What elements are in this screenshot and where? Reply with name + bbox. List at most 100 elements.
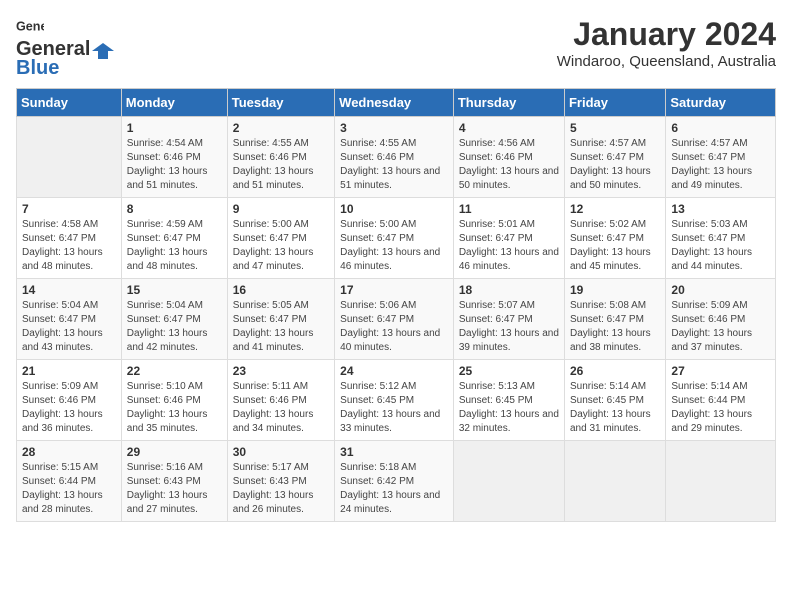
header: General General Blue January 2024 Windar… [16, 16, 776, 80]
day-number: 18 [459, 283, 559, 297]
week-row-0: 1 Sunrise: 4:54 AMSunset: 6:46 PMDaylight… [17, 117, 776, 198]
calendar-cell: 9 Sunrise: 5:00 AMSunset: 6:47 PMDaylight… [227, 198, 334, 279]
cell-info: Sunrise: 5:04 AMSunset: 6:47 PMDaylight:… [22, 299, 116, 355]
cell-info: Sunrise: 5:06 AMSunset: 6:47 PMDaylight:… [340, 299, 448, 355]
day-number: 8 [127, 202, 222, 216]
calendar-cell [453, 441, 564, 522]
calendar-cell: 13 Sunrise: 5:03 AMSunset: 6:47 PMDayligh… [666, 198, 776, 279]
day-number: 14 [22, 283, 116, 297]
day-number: 17 [340, 283, 448, 297]
header-tuesday: Tuesday [227, 89, 334, 117]
calendar-cell: 15Sunrise: 5:04 AMSunset: 6:47 PMDayligh… [121, 279, 227, 360]
logo: General General Blue [16, 16, 114, 80]
day-number: 2 [233, 121, 329, 135]
day-number: 16 [233, 283, 329, 297]
calendar-cell: 14 Sunrise: 5:04 AMSunset: 6:47 PMDayligh… [17, 279, 122, 360]
cell-info: Sunrise: 5:00 AMSunset: 6:47 PMDaylight:… [233, 218, 329, 274]
cell-info: Sunrise: 5:11 AMSunset: 6:46 PMDaylight:… [233, 380, 329, 436]
day-number: 5 [570, 121, 660, 135]
cell-info: Sunrise: 4:56 AMSunset: 6:46 PMDaylight:… [459, 137, 559, 193]
calendar-cell: 2 Sunrise: 4:55 AMSunset: 6:46 PMDaylight… [227, 117, 334, 198]
calendar-cell: 7Sunrise: 4:58 AMSunset: 6:47 PMDaylight… [17, 198, 122, 279]
svg-text:General: General [16, 20, 44, 34]
calendar-cell: 30Sunrise: 5:17 AMSunset: 6:43 PMDayligh… [227, 441, 334, 522]
calendar-cell: 27 Sunrise: 5:14 AMSunset: 6:44 PMDayligh… [666, 360, 776, 441]
calendar-cell: 21Sunrise: 5:09 AMSunset: 6:46 PMDayligh… [17, 360, 122, 441]
cell-info: Sunrise: 5:09 AMSunset: 6:46 PMDaylight:… [22, 380, 116, 436]
calendar-cell: 17 Sunrise: 5:06 AMSunset: 6:47 PMDayligh… [335, 279, 454, 360]
day-number: 11 [459, 202, 559, 216]
cell-info: Sunrise: 5:07 AMSunset: 6:47 PMDaylight:… [459, 299, 559, 355]
day-number: 12 [570, 202, 660, 216]
calendar-cell: 8Sunrise: 4:59 AMSunset: 6:47 PMDaylight… [121, 198, 227, 279]
week-row-4: 28 Sunrise: 5:15 AMSunset: 6:44 PMDayligh… [17, 441, 776, 522]
cell-info: Sunrise: 5:14 AMSunset: 6:44 PMDaylight:… [671, 380, 770, 436]
calendar-cell: 16 Sunrise: 5:05 AMSunset: 6:47 PMDayligh… [227, 279, 334, 360]
calendar-cell: 20 Sunrise: 5:09 AMSunset: 6:46 PMDayligh… [666, 279, 776, 360]
cell-info: Sunrise: 4:57 AMSunset: 6:47 PMDaylight:… [570, 137, 660, 193]
header-friday: Friday [564, 89, 665, 117]
main-title: January 2024 [557, 16, 776, 53]
calendar-cell: 22 Sunrise: 5:10 AMSunset: 6:46 PMDayligh… [121, 360, 227, 441]
cell-info: Sunrise: 5:02 AMSunset: 6:47 PMDaylight:… [570, 218, 660, 274]
cell-info: Sunrise: 5:04 AMSunset: 6:47 PMDaylight:… [127, 299, 222, 355]
calendar-cell: 4 Sunrise: 4:56 AMSunset: 6:46 PMDaylight… [453, 117, 564, 198]
day-number: 20 [671, 283, 770, 297]
cell-info: Sunrise: 5:03 AMSunset: 6:47 PMDaylight:… [671, 218, 770, 274]
calendar-cell: 19Sunrise: 5:08 AMSunset: 6:47 PMDayligh… [564, 279, 665, 360]
day-number: 9 [233, 202, 329, 216]
calendar-cell [17, 117, 122, 198]
cell-info: Sunrise: 5:10 AMSunset: 6:46 PMDaylight:… [127, 380, 222, 436]
header-sunday: Sunday [17, 89, 122, 117]
cell-info: Sunrise: 5:14 AMSunset: 6:45 PMDaylight:… [570, 380, 660, 436]
calendar-cell: 6Sunrise: 4:57 AMSunset: 6:47 PMDaylight… [666, 117, 776, 198]
header-wednesday: Wednesday [335, 89, 454, 117]
calendar-cell: 3Sunrise: 4:55 AMSunset: 6:46 PMDaylight… [335, 117, 454, 198]
day-number: 30 [233, 445, 329, 459]
cell-info: Sunrise: 5:01 AMSunset: 6:47 PMDaylight:… [459, 218, 559, 274]
header-row: SundayMondayTuesdayWednesdayThursdayFrid… [17, 89, 776, 117]
day-number: 1 [127, 121, 222, 135]
cell-info: Sunrise: 5:15 AMSunset: 6:44 PMDaylight:… [22, 461, 116, 517]
day-number: 7 [22, 202, 116, 216]
cell-info: Sunrise: 4:57 AMSunset: 6:47 PMDaylight:… [671, 137, 770, 193]
header-monday: Monday [121, 89, 227, 117]
subtitle: Windaroo, Queensland, Australia [557, 53, 776, 70]
calendar-cell: 10 Sunrise: 5:00 AMSunset: 6:47 PMDayligh… [335, 198, 454, 279]
cell-info: Sunrise: 5:18 AMSunset: 6:42 PMDaylight:… [340, 461, 448, 517]
header-saturday: Saturday [666, 89, 776, 117]
day-number: 31 [340, 445, 448, 459]
day-number: 4 [459, 121, 559, 135]
cell-info: Sunrise: 5:16 AMSunset: 6:43 PMDaylight:… [127, 461, 222, 517]
day-number: 10 [340, 202, 448, 216]
cell-info: Sunrise: 4:54 AMSunset: 6:46 PMDaylight:… [127, 137, 222, 193]
calendar-table: SundayMondayTuesdayWednesdayThursdayFrid… [16, 88, 776, 522]
logo-bird-icon [92, 41, 114, 59]
calendar-cell: 24Sunrise: 5:12 AMSunset: 6:45 PMDayligh… [335, 360, 454, 441]
calendar-cell: 18 Sunrise: 5:07 AMSunset: 6:47 PMDayligh… [453, 279, 564, 360]
day-number: 28 [22, 445, 116, 459]
calendar-cell [564, 441, 665, 522]
day-number: 26 [570, 364, 660, 378]
calendar-cell: 29Sunrise: 5:16 AMSunset: 6:43 PMDayligh… [121, 441, 227, 522]
day-number: 22 [127, 364, 222, 378]
week-row-3: 21Sunrise: 5:09 AMSunset: 6:46 PMDayligh… [17, 360, 776, 441]
calendar-cell: 28 Sunrise: 5:15 AMSunset: 6:44 PMDayligh… [17, 441, 122, 522]
calendar-cell: 23Sunrise: 5:11 AMSunset: 6:46 PMDayligh… [227, 360, 334, 441]
cell-info: Sunrise: 5:05 AMSunset: 6:47 PMDaylight:… [233, 299, 329, 355]
logo-icon: General [16, 16, 44, 38]
cell-info: Sunrise: 5:08 AMSunset: 6:47 PMDaylight:… [570, 299, 660, 355]
cell-info: Sunrise: 4:55 AMSunset: 6:46 PMDaylight:… [233, 137, 329, 193]
calendar-cell: 5 Sunrise: 4:57 AMSunset: 6:47 PMDaylight… [564, 117, 665, 198]
cell-info: Sunrise: 5:09 AMSunset: 6:46 PMDaylight:… [671, 299, 770, 355]
cell-info: Sunrise: 5:00 AMSunset: 6:47 PMDaylight:… [340, 218, 448, 274]
day-number: 27 [671, 364, 770, 378]
calendar-cell: 31 Sunrise: 5:18 AMSunset: 6:42 PMDayligh… [335, 441, 454, 522]
calendar-cell [666, 441, 776, 522]
header-thursday: Thursday [453, 89, 564, 117]
day-number: 13 [671, 202, 770, 216]
week-row-2: 14 Sunrise: 5:04 AMSunset: 6:47 PMDayligh… [17, 279, 776, 360]
week-row-1: 7Sunrise: 4:58 AMSunset: 6:47 PMDaylight… [17, 198, 776, 279]
calendar-cell: 1 Sunrise: 4:54 AMSunset: 6:46 PMDaylight… [121, 117, 227, 198]
calendar-cell: 12 Sunrise: 5:02 AMSunset: 6:47 PMDayligh… [564, 198, 665, 279]
